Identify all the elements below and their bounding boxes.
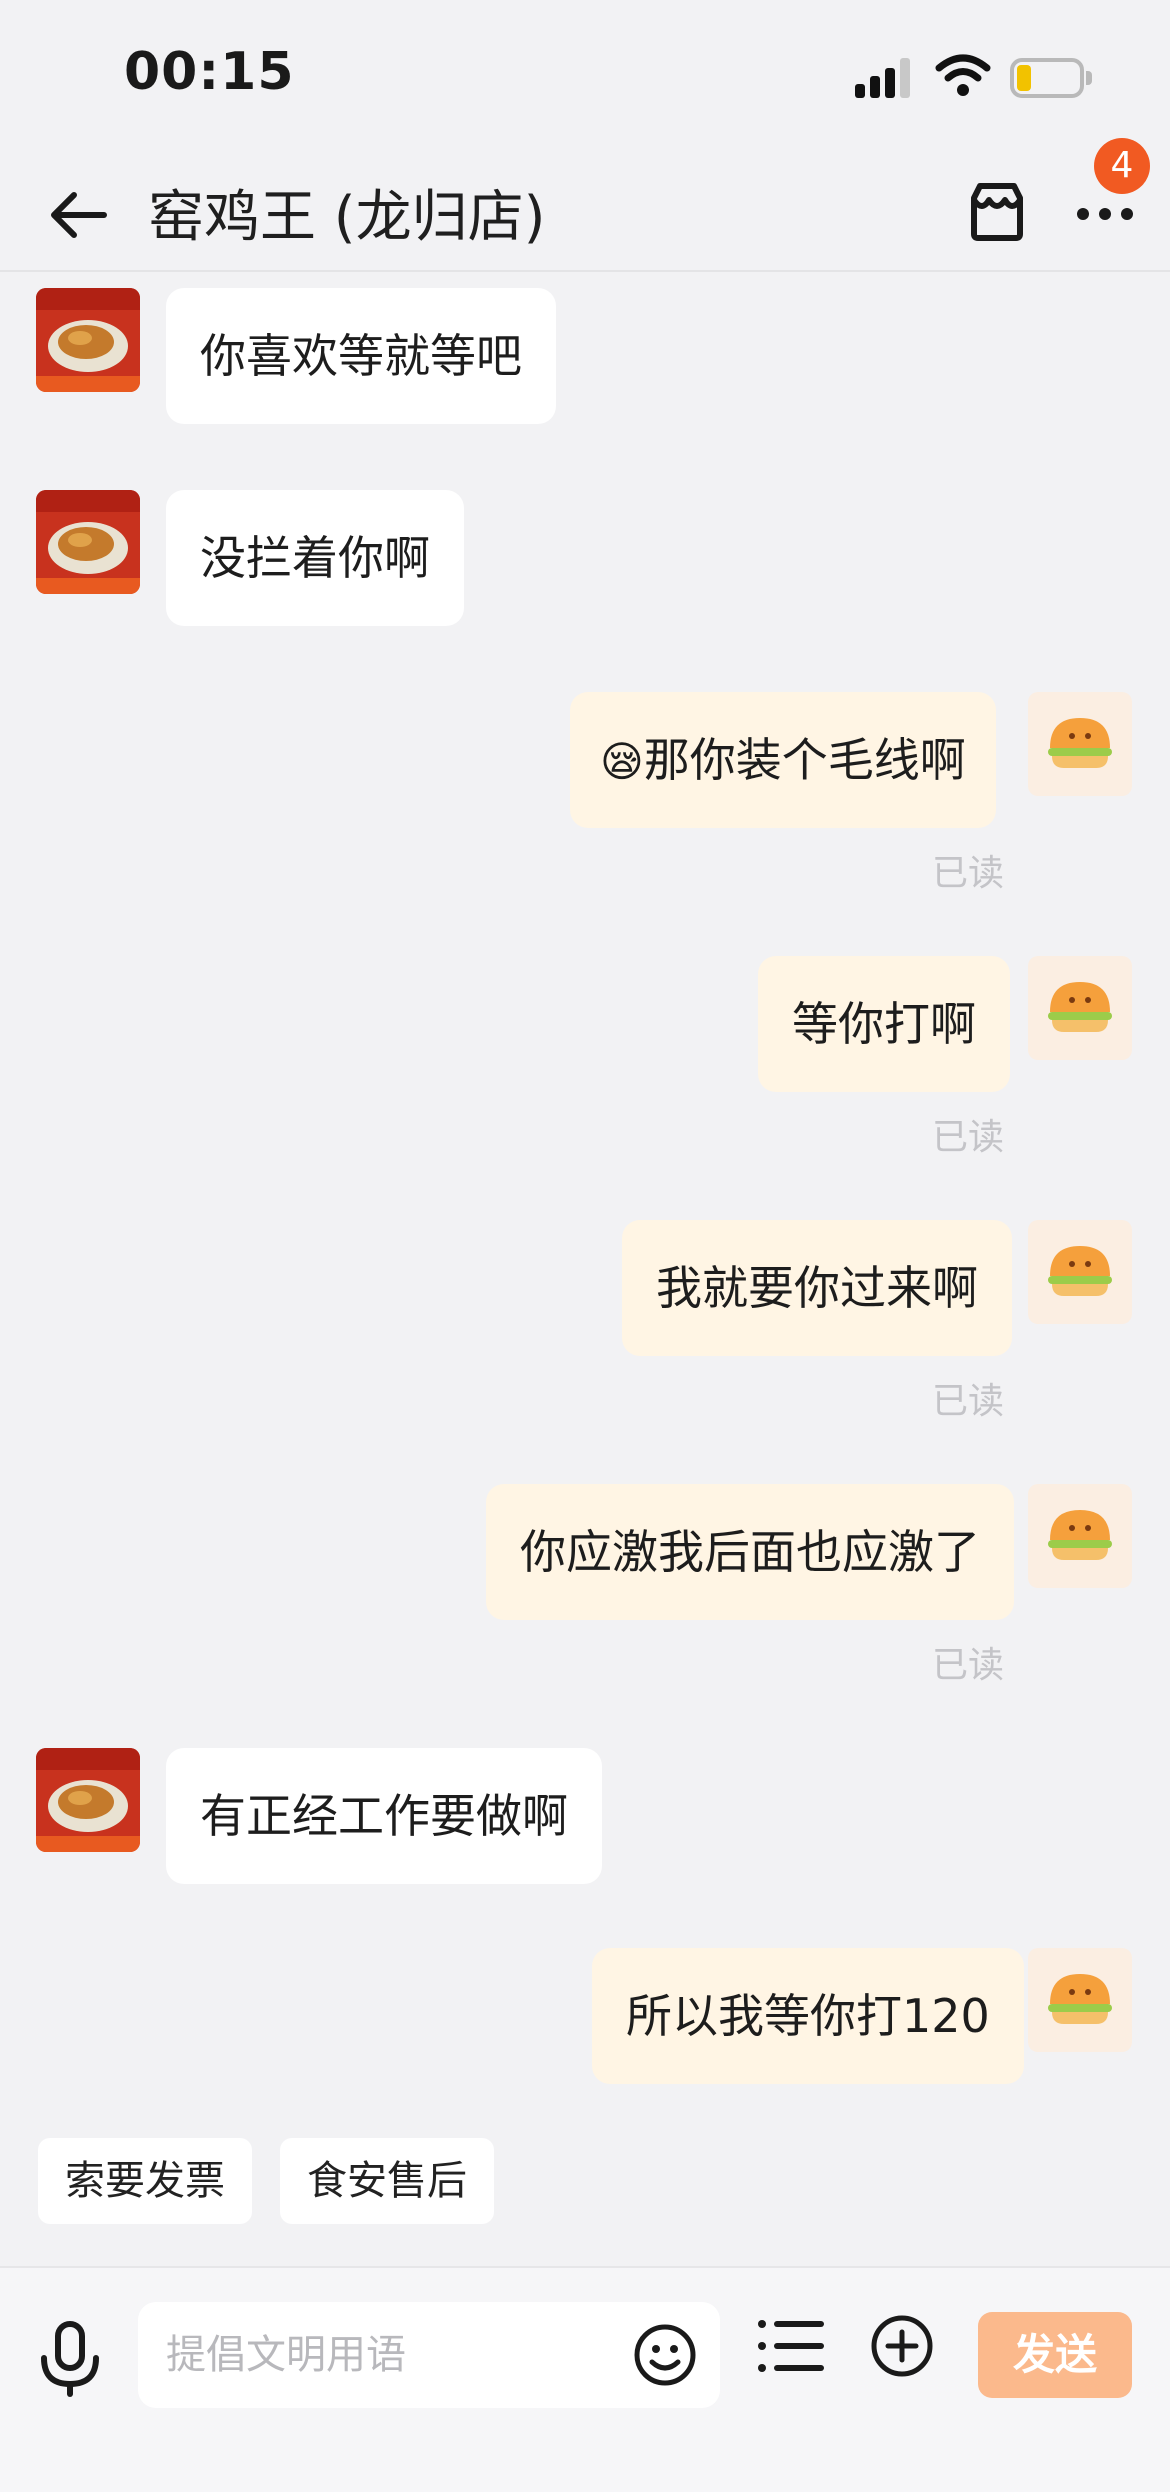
message-input[interactable] <box>166 2324 606 2386</box>
quick-reply-invoice[interactable]: 索要发票 <box>38 2138 252 2224</box>
status-bar: 00:15 <box>0 0 1170 150</box>
read-status: 已读 <box>932 1645 1005 1686</box>
quick-reply-food-safety[interactable]: 食安售后 <box>280 2138 494 2224</box>
emoji-icon[interactable] <box>632 2322 698 2388</box>
user-avatar[interactable] <box>1028 692 1132 796</box>
wifi-icon <box>935 54 991 96</box>
status-time: 00:15 <box>124 42 295 102</box>
outgoing-message-bubble[interactable]: 等你打啊 <box>758 956 1010 1092</box>
read-status: 已读 <box>932 853 1005 894</box>
add-icon[interactable] <box>868 2312 936 2380</box>
chat-header: 窑鸡王 (龙归店) 4 <box>0 138 1170 272</box>
outgoing-message-bubble[interactable]: 我就要你过来啊 <box>622 1220 1012 1356</box>
user-avatar[interactable] <box>1028 1220 1132 1324</box>
outgoing-message-bubble[interactable]: 你应激我后面也应激了 <box>486 1484 1014 1620</box>
list-menu-icon[interactable] <box>756 2316 826 2376</box>
incoming-message-bubble[interactable]: 有正经工作要做啊 <box>166 1748 602 1884</box>
microphone-icon[interactable] <box>36 2318 104 2398</box>
incoming-message-bubble[interactable]: 你喜欢等就等吧 <box>166 288 556 424</box>
send-button[interactable]: 发送 <box>978 2312 1132 2398</box>
message-emoji: 😪 <box>600 737 644 786</box>
user-avatar[interactable] <box>1028 956 1132 1060</box>
message-list[interactable]: 你喜欢等就等吧 没拦着你啊 😪那你装个毛线啊 已读 等你打啊 已读 我就要你过来… <box>0 272 1170 2107</box>
message-text: 那你装个毛线啊 <box>643 733 966 787</box>
shop-avatar[interactable] <box>36 490 140 594</box>
signal-icon <box>855 58 915 98</box>
notification-badge: 4 <box>1094 138 1150 194</box>
message-input-box[interactable] <box>138 2302 720 2408</box>
shop-avatar[interactable] <box>36 1748 140 1852</box>
read-status: 已读 <box>932 1381 1005 1422</box>
battery-icon <box>1010 58 1092 98</box>
page-title: 窑鸡王 (龙归店) <box>148 185 546 250</box>
shop-avatar[interactable] <box>36 288 140 392</box>
user-avatar[interactable] <box>1028 1484 1132 1588</box>
user-avatar[interactable] <box>1028 1948 1132 2052</box>
outgoing-message-bubble[interactable]: 所以我等你打120 <box>592 1948 1024 2084</box>
read-status: 已读 <box>932 1117 1005 1158</box>
input-bar: 发送 <box>0 2266 1170 2492</box>
store-icon[interactable] <box>962 176 1032 246</box>
outgoing-message-bubble[interactable]: 😪那你装个毛线啊 <box>570 692 996 828</box>
back-arrow-icon[interactable] <box>44 180 114 250</box>
incoming-message-bubble[interactable]: 没拦着你啊 <box>166 490 464 626</box>
